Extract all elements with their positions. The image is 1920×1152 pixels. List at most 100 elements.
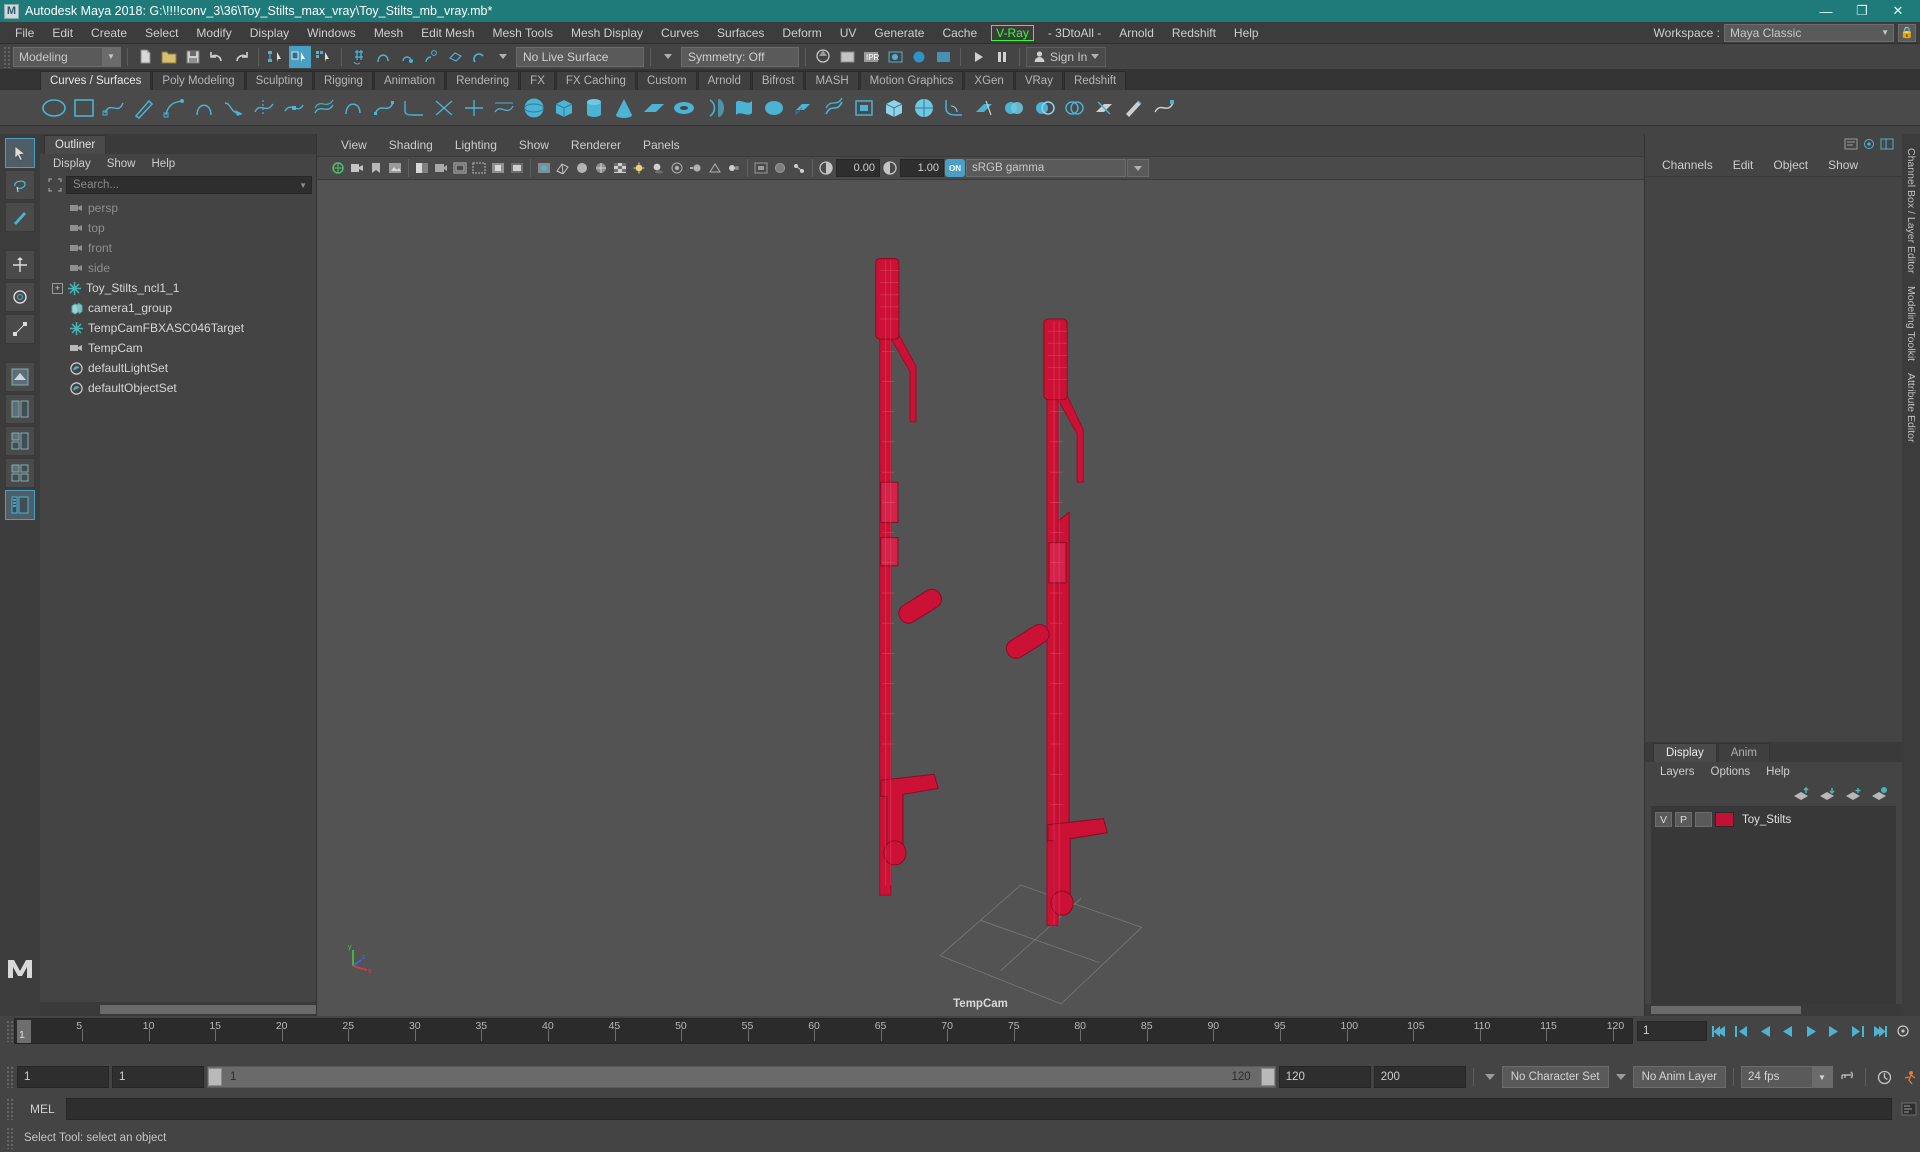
- detach-curves-icon[interactable]: [250, 94, 278, 122]
- channelbox-menu-edit[interactable]: Edit: [1724, 157, 1763, 173]
- list-item[interactable]: defaultLightSet: [40, 358, 316, 378]
- camera-settings-icon[interactable]: [432, 159, 450, 177]
- motion-blur-icon[interactable]: [687, 159, 705, 177]
- snap-magnet-icon[interactable]: [468, 46, 490, 68]
- new-scene-icon[interactable]: [134, 46, 156, 68]
- scrollbar-thumb[interactable]: [100, 1004, 316, 1014]
- range-end-handle[interactable]: [1260, 1068, 1275, 1086]
- layer-shading-toggle[interactable]: [1695, 812, 1712, 827]
- rotate-tool-button[interactable]: [5, 282, 35, 312]
- arc-tool-icon[interactable]: [190, 94, 218, 122]
- smooth-shade-icon[interactable]: [573, 159, 591, 177]
- step-back-key-button[interactable]: [1731, 1021, 1753, 1041]
- tab-display-layers[interactable]: Display: [1653, 743, 1717, 762]
- vray-frame-buffer-icon[interactable]: [884, 46, 906, 68]
- snap-view-plane-icon[interactable]: [444, 46, 466, 68]
- list-item[interactable]: top: [40, 218, 316, 238]
- layer-playback-toggle[interactable]: P: [1675, 812, 1692, 827]
- vtab-attribute-editor[interactable]: Attribute Editor: [1905, 367, 1917, 448]
- shelf-tab-sculpting[interactable]: Sculpting: [245, 71, 313, 90]
- script-editor-icon[interactable]: [1898, 1098, 1920, 1120]
- menu-generate[interactable]: Generate: [865, 24, 933, 42]
- select-by-component-icon[interactable]: [313, 46, 335, 68]
- list-item[interactable]: TempCamFBXASC046Target: [40, 318, 316, 338]
- depth-of-field-icon[interactable]: [725, 159, 743, 177]
- step-back-frame-button[interactable]: [1754, 1021, 1776, 1041]
- nurbs-square-icon[interactable]: [70, 94, 98, 122]
- viewport-menu-view[interactable]: View: [331, 136, 377, 154]
- cut-curve-icon[interactable]: [430, 94, 458, 122]
- viewport-menu-renderer[interactable]: Renderer: [561, 136, 631, 154]
- shadows-icon[interactable]: [649, 159, 667, 177]
- character-set-chevron-icon[interactable]: [1484, 1074, 1495, 1080]
- layer-name[interactable]: Toy_Stilts: [1742, 814, 1791, 826]
- wireframe-icon[interactable]: [554, 159, 572, 177]
- reverse-curve-icon[interactable]: [340, 94, 368, 122]
- project-curve-icon[interactable]: [490, 94, 518, 122]
- insert-knot-icon[interactable]: [280, 94, 308, 122]
- surface-fillet-icon[interactable]: [940, 94, 968, 122]
- menu-display[interactable]: Display: [241, 24, 298, 42]
- layer-menu-options[interactable]: Options: [1704, 765, 1758, 779]
- menu-select[interactable]: Select: [136, 24, 187, 42]
- scrollbar-thumb[interactable]: [1651, 1006, 1801, 1014]
- animation-preferences-icon[interactable]: [1873, 1067, 1895, 1087]
- gamma-icon[interactable]: [881, 159, 899, 177]
- nurbs-sphere-icon[interactable]: [520, 94, 548, 122]
- shelf-tab-poly-modeling[interactable]: Poly Modeling: [152, 71, 245, 90]
- layer-row[interactable]: V P Toy_Stilts: [1651, 810, 1896, 829]
- range-slider[interactable]: 1 120: [207, 1066, 1276, 1088]
- menu-redshift[interactable]: Redshift: [1163, 24, 1225, 42]
- safe-action-icon[interactable]: [489, 159, 507, 177]
- outliner-list[interactable]: persp top front side + Toy_Stilts_ncl1_1: [40, 196, 316, 1002]
- play-blast-icon[interactable]: [967, 46, 989, 68]
- ipr-render-icon[interactable]: [836, 46, 858, 68]
- image-plane-icon[interactable]: [386, 159, 404, 177]
- menu-file[interactable]: File: [6, 24, 43, 42]
- camera-attributes-icon[interactable]: [348, 159, 366, 177]
- maximize-button[interactable]: ❐: [1844, 0, 1880, 22]
- attribute-editor-icon[interactable]: [1844, 138, 1858, 150]
- view-outliner-persp-button[interactable]: [5, 490, 35, 520]
- minimize-button[interactable]: —: [1808, 0, 1844, 22]
- command-input[interactable]: [66, 1098, 1892, 1120]
- select-camera-icon[interactable]: [329, 159, 347, 177]
- nurbs-cylinder-icon[interactable]: [580, 94, 608, 122]
- menu-help[interactable]: Help: [1225, 24, 1268, 42]
- shelf-tab-rendering[interactable]: Rendering: [446, 71, 520, 90]
- shelf-tab-curves-surfaces[interactable]: Curves / Surfaces: [40, 71, 152, 90]
- shaded-wireframe-icon[interactable]: [592, 159, 610, 177]
- help-line-grip[interactable]: [6, 1127, 14, 1149]
- workspace-select[interactable]: Maya Classic ▼: [1724, 23, 1894, 42]
- list-item[interactable]: front: [40, 238, 316, 258]
- menu-surfaces[interactable]: Surfaces: [708, 24, 773, 42]
- menu-edit[interactable]: Edit: [43, 24, 82, 42]
- select-by-hierarchy-icon[interactable]: [265, 46, 287, 68]
- view-four-panes-button[interactable]: [5, 458, 35, 488]
- extrude-icon[interactable]: [790, 94, 818, 122]
- planar-icon[interactable]: [760, 94, 788, 122]
- snap-grid-icon[interactable]: [348, 46, 370, 68]
- ep-curve-tool-icon[interactable]: [100, 94, 128, 122]
- character-set-select[interactable]: No Character Set: [1501, 1066, 1609, 1088]
- menu-vray[interactable]: V-Ray: [991, 24, 1034, 41]
- booleans-diff-icon[interactable]: [1030, 94, 1058, 122]
- list-item[interactable]: side: [40, 258, 316, 278]
- go-to-end-button[interactable]: [1869, 1021, 1891, 1041]
- viewport-menu-panels[interactable]: Panels: [633, 136, 690, 154]
- gamma-field[interactable]: 1.00: [900, 159, 944, 177]
- command-line-grip[interactable]: [6, 1098, 14, 1120]
- range-slider-grip[interactable]: [6, 1066, 14, 1088]
- isolate-select-icon[interactable]: [752, 159, 770, 177]
- two-sided-lighting-icon[interactable]: [413, 159, 431, 177]
- menu-deform[interactable]: Deform: [773, 24, 830, 42]
- live-surface-field[interactable]: No Live Surface: [516, 46, 644, 67]
- shelf-tab-fx-caching[interactable]: FX Caching: [555, 71, 636, 90]
- shelf-tab-redshift[interactable]: Redshift: [1063, 71, 1127, 90]
- play-backwards-button[interactable]: [1777, 1021, 1799, 1041]
- animation-end-time-field[interactable]: 200: [1373, 1066, 1466, 1088]
- cube-poly-icon[interactable]: [880, 94, 908, 122]
- vtab-modeling-toolkit[interactable]: Modeling Toolkit: [1905, 280, 1917, 367]
- nurbs-circle-icon[interactable]: [40, 94, 68, 122]
- symmetry-field[interactable]: Symmetry: Off: [681, 46, 799, 67]
